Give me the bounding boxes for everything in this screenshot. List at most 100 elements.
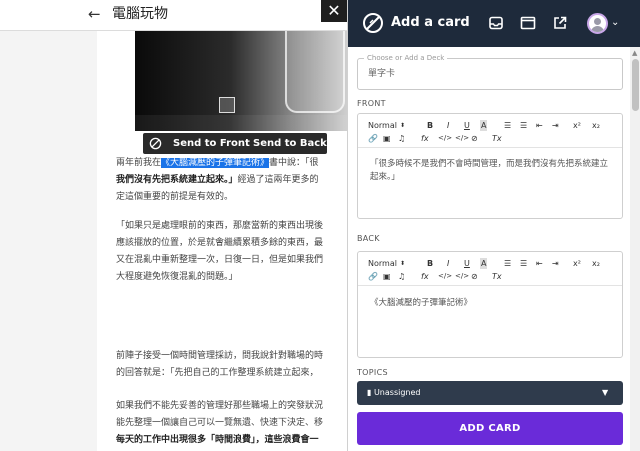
paragraph-line: 兩年前我在《大腦減壓的子彈筆記術》書中說：「很 [116,158,319,168]
chevron-down-icon[interactable]: ⌄ [611,15,619,31]
italic-button[interactable]: I [447,258,449,269]
front-label: FRONT [357,99,386,108]
code-button[interactable]: </> [438,133,452,144]
back-content[interactable]: 《大腦減壓的子彈筆記術》 [370,297,472,310]
italic-button[interactable]: I [447,120,449,131]
bullet-list-icon[interactable]: ☰ [520,258,527,269]
send-to-back-button[interactable]: Send to Back [253,137,327,150]
deck-legend: Choose or Add a Deck [364,53,448,63]
scroll-thumb[interactable] [632,59,639,111]
hide-icon[interactable]: ⊘ [471,133,478,144]
add-card-panel: Add a card ⌄ Choose or Add a Deck 單字卡 FR… [347,0,640,451]
superscript-button[interactable]: x² [573,258,581,269]
article-paragraph: 前陣子接受一個時間管理採訪，問我說針對職場的時 的回答就是：「先把自己的工作整理… [116,348,347,382]
article-paragraph: 如果我們不能先妥善的管理好那些職場上的突發狀況 能先整理一個讓自己可以一覽無遺、… [116,398,347,449]
panel-title: Add a card [391,15,470,30]
tag-icon: ▮ [367,388,374,397]
format-caret-icon[interactable]: ⬍ [400,258,405,269]
code-block-button[interactable]: </> [455,133,469,144]
music-icon[interactable]: ♫ [398,133,405,144]
image-float-toolbar: Send to Front Send to Back [143,133,327,154]
underline-button[interactable]: U [464,120,470,131]
image-icon[interactable]: ▣ [383,271,391,282]
subscript-button[interactable]: x₂ [592,120,600,131]
link-icon[interactable]: 🔗 [368,133,378,144]
formula-button[interactable]: fx [421,271,429,282]
code-block-button[interactable]: </> [455,271,469,282]
highlight-button[interactable]: A [480,258,488,269]
window-icon[interactable] [520,15,536,31]
bullet-list-icon[interactable]: ☰ [520,120,527,131]
clear-format-button[interactable]: Tx [492,133,502,144]
hide-icon[interactable]: ⊘ [471,271,478,282]
topics-value-text: Unassigned [373,388,421,397]
logo-icon [363,13,383,33]
ordered-list-icon[interactable]: ☰ [504,120,511,131]
ordered-list-icon[interactable]: ☰ [504,258,511,269]
subscript-button[interactable]: x₂ [592,258,600,269]
deck-value[interactable]: 單字卡 [368,68,395,80]
panel-header: Add a card ⌄ [348,0,640,47]
paragraph-line: 大程度避免恢復混亂的問題。」 [116,272,238,282]
article-paragraph: 兩年前我在《大腦減壓的子彈筆記術》書中說：「很 我們沒有先把系統建立起來。」經過… [116,155,347,206]
formula-button[interactable]: fx [421,133,429,144]
article-paragraph: 「如果只是處理眼前的東西，那麼當新的東西出現後 應該擺放的位置，於是就會繼續累積… [116,218,347,286]
front-toolbar: Normal ⬍ B I U A ☰ ☰ ⇤ ⇥ x² x₂ 🔗 ▣ ♫ fx … [358,114,622,148]
photo-glass [285,31,345,113]
paragraph-line: 的回答就是：「先把自己的工作整理系統建立起來， [116,368,319,378]
code-button[interactable]: </> [438,271,452,282]
outdent-icon[interactable]: ⇤ [536,258,543,269]
dropdown-caret-icon[interactable]: ▼ [602,387,608,399]
paragraph-line: 「如果只是處理眼前的東西，那麼當新的東西出現後 [116,221,324,231]
article-photo[interactable] [135,31,347,131]
link-icon[interactable]: 🔗 [368,271,378,282]
clear-format-button[interactable]: Tx [492,271,502,282]
front-content-line: 「很多時候不是我們不會時間管理，而是我們沒有先把系統建立起來。」 [370,159,609,182]
back-toolbar: Normal ⬍ B I U A ☰ ☰ ⇤ ⇥ x² x₂ 🔗 ▣ ♫ fx … [358,252,622,286]
front-content[interactable]: 「很多時候不是我們不會時間管理，而是我們沒有先把系統建立起來。」 [370,158,608,184]
topics-select[interactable]: ▮ Unassigned ▼ [357,381,623,405]
scroll-up-icon[interactable]: ▲ [632,49,637,57]
indent-icon[interactable]: ⇥ [552,120,559,131]
highlighted-book-title[interactable]: 《大腦減壓的子彈筆記術》 [161,158,270,168]
photo-table [135,115,347,131]
format-caret-icon[interactable]: ⬍ [400,120,405,131]
superscript-button[interactable]: x² [573,120,581,131]
close-button[interactable]: ✕ [321,0,347,22]
external-link-icon[interactable] [552,15,568,31]
paragraph-line: 能先整理一個讓自己可以一覽無遺、快速下決定、移 [116,418,324,428]
format-select[interactable]: Normal [368,258,397,269]
back-editor: Normal ⬍ B I U A ☰ ☰ ⇤ ⇥ x² x₂ 🔗 ▣ ♫ fx … [357,251,623,358]
user-avatar-icon[interactable] [587,13,608,34]
article-header: ← 電腦玩物 [0,0,347,31]
back-content-line: 《大腦減壓的子彈筆記術》 [370,298,473,308]
paragraph-line: 前陣子接受一個時間管理採訪，問我說針對職場的時 [116,351,324,361]
avatar-head [594,18,601,25]
paragraph-line: 我們沒有先把系統建立起來。」經過了這兩年更多的 [116,175,319,185]
add-card-button[interactable]: ADD CARD [357,412,623,445]
bold-button[interactable]: B [427,120,433,131]
article-page: ← 電腦玩物 Send to Front Send to Back 兩年前我在《… [0,0,347,451]
send-to-front-button[interactable]: Send to Front [173,137,250,150]
format-select[interactable]: Normal [368,120,397,131]
back-label: BACK [357,234,380,243]
indent-icon[interactable]: ⇥ [552,258,559,269]
topics-label: TOPICS [357,368,388,377]
image-icon[interactable]: ▣ [383,133,391,144]
paragraph-line: 又在混亂中重新整理一次，日復一日，但是如果我們 [116,255,324,265]
photo-ice-cube [219,97,235,113]
paragraph-line: 每天的工作中出現很多「時間浪費」，這些浪費會一 [116,435,319,445]
panel-scrollbar[interactable]: ▲ [630,47,640,451]
deck-select[interactable]: Choose or Add a Deck 單字卡 [357,53,623,90]
highlight-button[interactable]: A [480,120,488,131]
outdent-icon[interactable]: ⇤ [536,120,543,131]
paragraph-line: 應該擺放的位置，於是就會繼續累積多餘的東西，最 [116,238,324,248]
avatar-body [591,26,604,32]
underline-button[interactable]: U [464,258,470,269]
bold-button[interactable]: B [427,258,433,269]
inbox-icon[interactable] [488,15,504,31]
back-arrow-icon[interactable]: ← [88,4,101,24]
lens-slash-icon[interactable] [149,137,162,150]
site-title: 電腦玩物 [112,6,168,22]
music-icon[interactable]: ♫ [398,271,405,282]
